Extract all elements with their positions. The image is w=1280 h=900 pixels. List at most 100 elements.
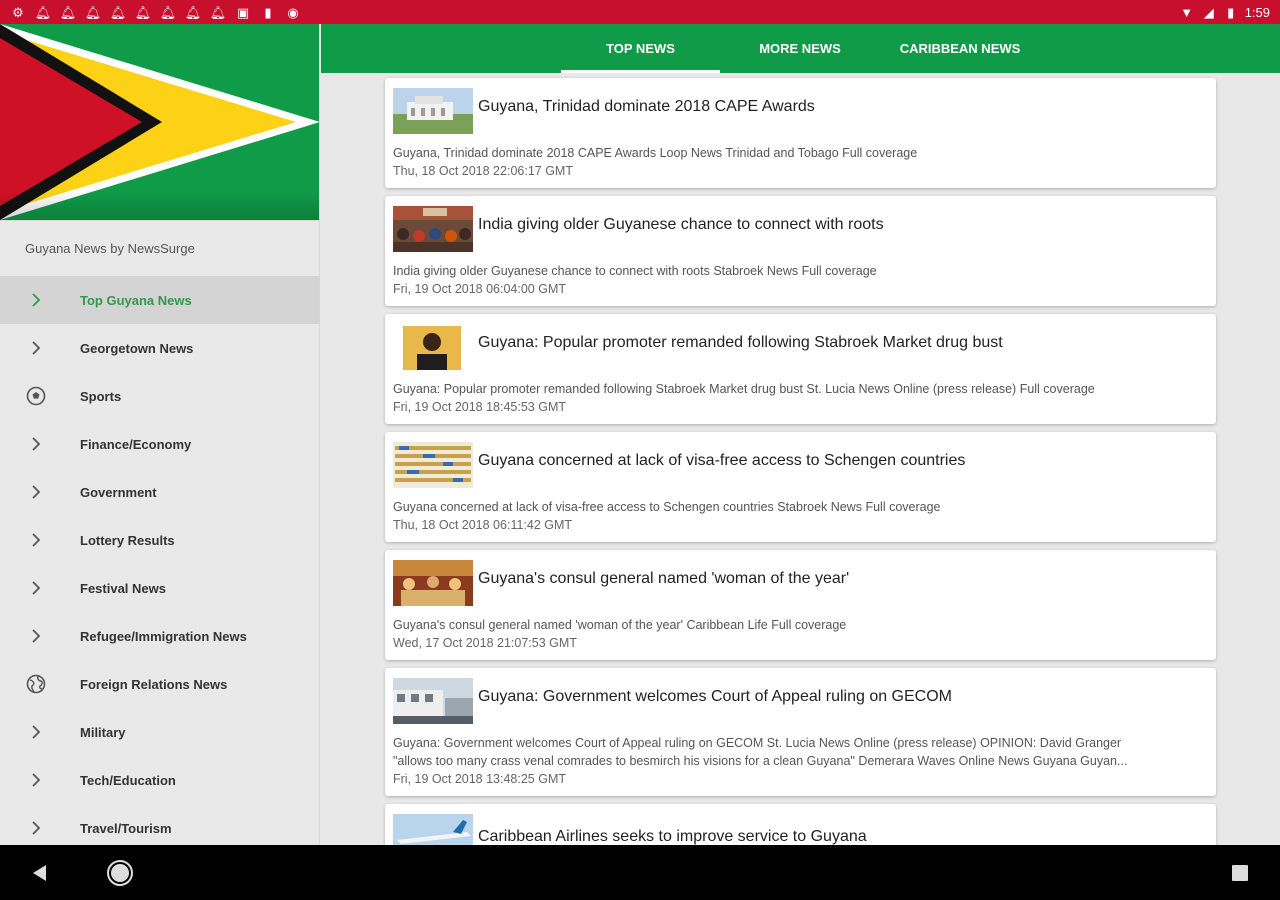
back-icon: [33, 865, 46, 881]
sidebar-item-government[interactable]: Government: [0, 468, 319, 516]
drawer-nav-list: Top Guyana News Georgetown News Sports Fina…: [0, 276, 319, 845]
sidebar-item-label: Refugee/Immigration News: [80, 628, 247, 644]
sidebar-item-label: Top Guyana News: [80, 292, 192, 308]
news-summary: Guyana, Trinidad dominate 2018 CAPE Awar…: [393, 146, 918, 160]
sidebar-item-foreign-relations-news[interactable]: Foreign Relations News: [0, 660, 319, 708]
notification-icons: ⚙ 🔔︎ 🔔︎ 🔔︎ 🔔︎ 🔔︎ 🔔︎ 🔔︎ 🔔︎ ▣ ▮ ◉: [10, 4, 301, 20]
sidebar-item-military[interactable]: Military: [0, 708, 319, 756]
chevron-right-icon: [24, 336, 48, 360]
news-date: Fri, 19 Oct 2018 18:45:53 GMT: [393, 400, 566, 414]
news-date: Wed, 17 Oct 2018 21:07:53 GMT: [393, 636, 577, 650]
sidebar-item-festival-news[interactable]: Festival News: [0, 564, 319, 612]
news-card[interactable]: Guyana's consul general named 'woman of …: [385, 550, 1216, 660]
sidebar-item-lottery-results[interactable]: Lottery Results: [0, 516, 319, 564]
record-icon: ◉: [287, 4, 299, 20]
news-title: India giving older Guyanese chance to co…: [478, 216, 884, 233]
news-summary: Guyana concerned at lack of visa-free ac…: [393, 500, 941, 514]
chevron-right-icon: [24, 768, 48, 792]
news-card[interactable]: Guyana concerned at lack of visa-free ac…: [385, 432, 1216, 542]
news-summary: Guyana: Popular promoter remanded follow…: [393, 382, 1095, 396]
chevron-right-icon: [24, 624, 48, 648]
battery-icon: ▮: [1227, 4, 1235, 20]
bell-icon: 🔔︎: [59, 4, 77, 20]
tab-caribbean-news[interactable]: CARIBBEAN NEWS: [880, 24, 1040, 73]
news-title: Caribbean Airlines seeks to improve serv…: [478, 828, 867, 845]
sidebar-item-label: Festival News: [80, 580, 166, 596]
sidebar-item-finance-economy[interactable]: Finance/Economy: [0, 420, 319, 468]
news-summary: Guyana's consul general named 'woman of …: [393, 618, 847, 632]
sidebar-item-label: Tech/Education: [80, 772, 176, 788]
sidebar-item-top-guyana-news[interactable]: Top Guyana News: [0, 276, 319, 324]
news-feed[interactable]: Guyana, Trinidad dominate 2018 CAPE Awar…: [321, 73, 1280, 845]
sidebar-item-tech-education[interactable]: Tech/Education: [0, 756, 319, 804]
news-card[interactable]: Caribbean Airlines seeks to improve serv…: [385, 804, 1216, 845]
soccer-ball-icon: [24, 384, 48, 408]
news-title: Guyana: Government welcomes Court of App…: [478, 688, 952, 705]
news-summary-continued: "allows too many crass venal comrades to…: [393, 754, 1128, 768]
home-icon: [107, 860, 133, 886]
news-card[interactable]: India giving older Guyanese chance to co…: [385, 196, 1216, 306]
sidebar-item-label: Travel/Tourism: [80, 820, 172, 836]
news-thumbnail: [393, 324, 473, 370]
news-date: Fri, 19 Oct 2018 06:04:00 GMT: [393, 282, 566, 296]
sidebar-item-label: Government: [80, 484, 157, 500]
news-title: Guyana's consul general named 'woman of …: [478, 570, 850, 587]
news-title: Guyana, Trinidad dominate 2018 CAPE Awar…: [478, 98, 815, 115]
sidebar-item-label: Lottery Results: [80, 532, 175, 548]
sidebar-item-georgetown-news[interactable]: Georgetown News: [0, 324, 319, 372]
bell-icon: 🔔︎: [209, 4, 227, 20]
recents-icon: [1232, 865, 1248, 881]
home-button[interactable]: [106, 859, 134, 887]
status-right: ▼ ◢ ▮ 1:59: [1179, 4, 1270, 20]
news-title: Guyana: Popular promoter remanded follow…: [478, 334, 1003, 351]
settings-icon: ⚙: [12, 4, 24, 20]
news-thumbnail: [393, 206, 473, 252]
news-card[interactable]: Guyana, Trinidad dominate 2018 CAPE Awar…: [385, 78, 1216, 188]
image-icon: ▣: [236, 4, 250, 20]
back-button[interactable]: [26, 859, 54, 887]
chevron-right-icon: [24, 288, 48, 312]
sidebar-item-sports[interactable]: Sports: [0, 372, 319, 420]
news-title: Guyana concerned at lack of visa-free ac…: [478, 452, 966, 469]
bell-icon: 🔔︎: [134, 4, 152, 20]
tab-caribbean-news-label: CARIBBEAN NEWS: [899, 41, 1021, 56]
signal-icon: ◢: [1203, 4, 1214, 20]
news-thumbnail: [393, 678, 473, 724]
news-thumbnail: [393, 442, 473, 488]
bell-icon: 🔔︎: [109, 4, 127, 20]
tab-top-news[interactable]: TOP NEWS: [561, 24, 720, 73]
sidebar-item-travel-tourism[interactable]: Travel/Tourism: [0, 804, 319, 845]
tab-top-news-label: TOP NEWS: [606, 41, 675, 56]
drawer-header: Guyana News by NewsSurge: [0, 220, 319, 276]
chevron-right-icon: [24, 528, 48, 552]
sidebar-item-refugee-immigration-news[interactable]: Refugee/Immigration News: [0, 612, 319, 660]
sidebar-item-label: Sports: [80, 388, 122, 404]
news-date: Thu, 18 Oct 2018 06:11:42 GMT: [393, 518, 573, 532]
guyana-flag-image: [0, 24, 319, 220]
tab-more-news[interactable]: MORE NEWS: [720, 24, 880, 73]
chevron-right-icon: [24, 480, 48, 504]
navigation-drawer: Guyana News by NewsSurge Top Guyana News…: [0, 24, 320, 845]
chevron-right-icon: [24, 816, 48, 840]
globe-icon: [24, 672, 48, 696]
recents-button[interactable]: [1226, 859, 1254, 887]
wifi-icon: ▼: [1180, 4, 1194, 20]
system-navigation-bar: [0, 845, 1280, 900]
news-card[interactable]: Guyana: Government welcomes Court of App…: [385, 668, 1216, 796]
news-summary: India giving older Guyanese chance to co…: [393, 264, 877, 278]
news-thumbnail: [393, 88, 473, 134]
news-card[interactable]: Guyana: Popular promoter remanded follow…: [385, 314, 1216, 424]
chevron-right-icon: [24, 576, 48, 600]
news-thumbnail: [393, 560, 473, 606]
tab-more-news-label: MORE NEWS: [759, 41, 841, 56]
chevron-right-icon: [24, 432, 48, 456]
news-thumbnail: [393, 814, 473, 845]
sidebar-item-label: Georgetown News: [80, 340, 194, 356]
sidebar-item-label: Finance/Economy: [80, 436, 192, 452]
clock: 1:59: [1244, 4, 1270, 20]
tab-bar: TOP NEWS MORE NEWS CARIBBEAN NEWS: [321, 24, 1280, 73]
sd-card-icon: ▮: [264, 4, 272, 20]
bell-icon: 🔔︎: [184, 4, 202, 20]
news-summary: Guyana: Government welcomes Court of App…: [393, 736, 1122, 750]
bell-icon: 🔔︎: [34, 4, 52, 20]
